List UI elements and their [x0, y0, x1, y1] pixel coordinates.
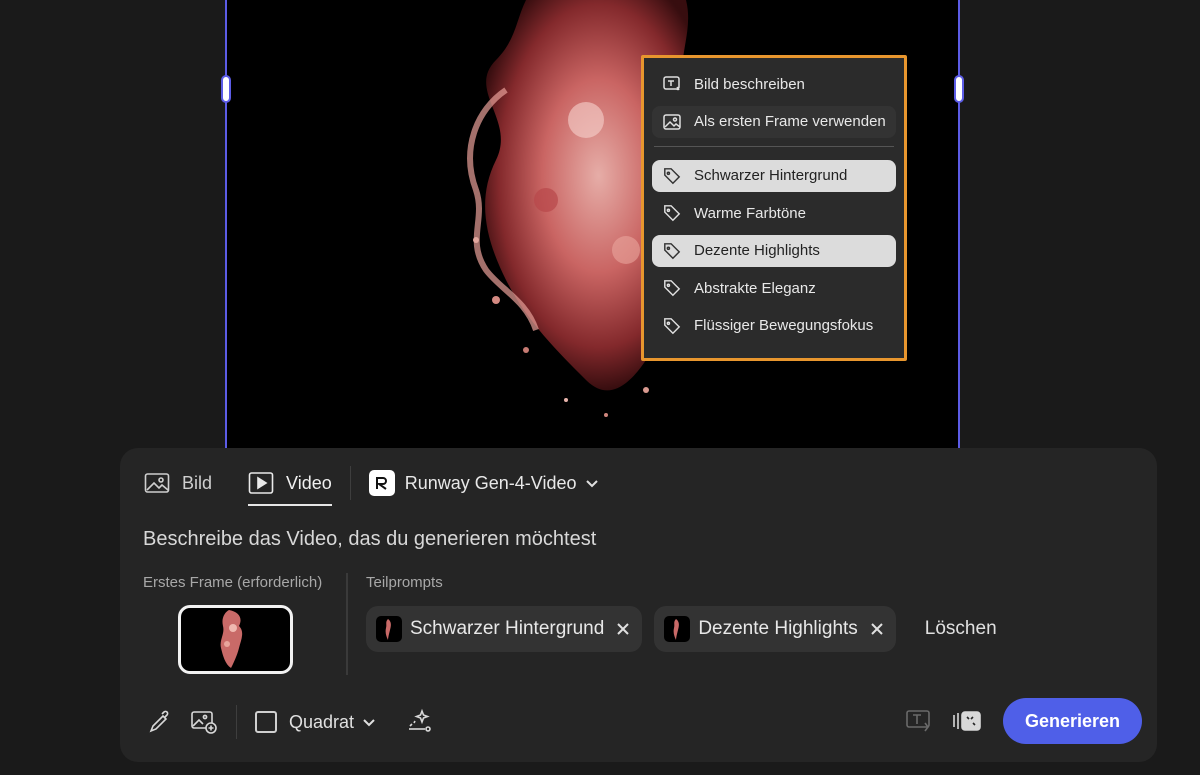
eyedropper-icon[interactable] [144, 706, 176, 738]
first-frame-preview [220, 610, 243, 668]
square-icon [255, 711, 277, 733]
text-effects-icon[interactable] [903, 705, 935, 737]
tag-icon [662, 203, 682, 223]
chevron-down-icon [362, 712, 376, 733]
first-frame-thumbnail[interactable] [178, 605, 293, 674]
menu-item-label: Bild beschreiben [694, 75, 805, 93]
tab-divider [349, 466, 351, 500]
toolbar-divider [236, 705, 237, 739]
runway-logo-icon [368, 470, 395, 496]
subprompt-chips: Schwarzer Hintergrund Dezente Highlights… [366, 606, 997, 652]
chip-schwarzer-hintergrund: Schwarzer Hintergrund [366, 606, 643, 652]
prompt-panel: Bild Video Runway Gen-4-Video Beschreibe… [120, 448, 1157, 762]
menu-item-describe-image[interactable]: Bild beschreiben [652, 68, 896, 100]
mode-tabs: Bild Video Runway Gen-4-Video [144, 466, 599, 506]
tab-label: Video [286, 472, 332, 493]
toolbar-right: Generieren [903, 698, 1142, 744]
tag-icon [662, 241, 682, 261]
image-icon [144, 472, 170, 494]
menu-tag-label: Flüssiger Bewegungsfokus [694, 317, 874, 334]
first-frame-label: Erstes Frame (erforderlich) [143, 574, 323, 591]
chip-label: Schwarzer Hintergrund [410, 618, 605, 639]
canvas-border-right [958, 0, 960, 448]
tab-label: Bild [182, 472, 213, 493]
context-menu: Bild beschreiben Als ersten Frame verwen… [641, 55, 907, 361]
model-label: Runway Gen-4-Video [404, 472, 577, 493]
video-effects-icon[interactable] [951, 705, 983, 737]
chip-dezente-highlights: Dezente Highlights [654, 606, 896, 652]
add-image-icon[interactable] [188, 706, 220, 738]
tab-bild[interactable]: Bild [144, 466, 212, 500]
menu-item-label: Als ersten Frame verwenden [694, 113, 886, 130]
tab-video[interactable]: Video [248, 466, 332, 506]
close-icon[interactable] [616, 622, 630, 636]
generate-button[interactable]: Generieren [1002, 698, 1142, 744]
bottom-toolbar: Quadrat [144, 704, 436, 740]
menu-tag-label: Dezente Highlights [694, 242, 820, 259]
menu-tag-label: Abstrakte Eleganz [694, 279, 816, 297]
effects-icon[interactable] [404, 706, 436, 738]
describe-image-icon [662, 74, 682, 94]
tag-icon [662, 316, 682, 336]
menu-divider [654, 145, 894, 147]
tag-icon [662, 166, 682, 186]
chevron-down-icon [585, 473, 599, 494]
menu-tag-label: Schwarzer Hintergrund [694, 167, 848, 184]
aspect-ratio-selector[interactable]: Quadrat [255, 711, 376, 733]
menu-item-use-as-first-frame[interactable]: Als ersten Frame verwenden [652, 105, 896, 138]
prompt-input[interactable]: Beschreibe das Video, das du generieren … [143, 528, 596, 551]
clear-button[interactable]: Löschen [925, 618, 997, 640]
menu-tag-schwarzer-hintergrund[interactable]: Schwarzer Hintergrund [652, 159, 896, 192]
image-icon [662, 112, 682, 132]
resize-handle-left[interactable] [221, 75, 231, 103]
menu-tag-label: Warme Farbtöne [694, 204, 806, 222]
menu-tag-warme-farbtoene[interactable]: Warme Farbtöne [652, 197, 896, 229]
tag-icon [662, 278, 682, 298]
video-icon [248, 471, 274, 495]
aspect-label: Quadrat [289, 711, 355, 732]
menu-tag-dezente-highlights[interactable]: Dezente Highlights [652, 234, 896, 267]
model-selector[interactable]: Runway Gen-4-Video [368, 470, 599, 496]
chip-label: Dezente Highlights [698, 618, 858, 639]
resize-handle-right[interactable] [954, 75, 964, 103]
menu-tag-fluessiger-bewegungsfokus[interactable]: Flüssiger Bewegungsfokus [652, 310, 896, 342]
chip-thumbnail [376, 616, 402, 642]
subprompts-label: Teilprompts [366, 574, 443, 591]
menu-tag-abstrakte-eleganz[interactable]: Abstrakte Eleganz [652, 272, 896, 304]
canvas-border-left [225, 0, 227, 448]
close-icon[interactable] [870, 622, 884, 636]
chip-thumbnail [664, 616, 691, 642]
section-divider [346, 573, 348, 675]
